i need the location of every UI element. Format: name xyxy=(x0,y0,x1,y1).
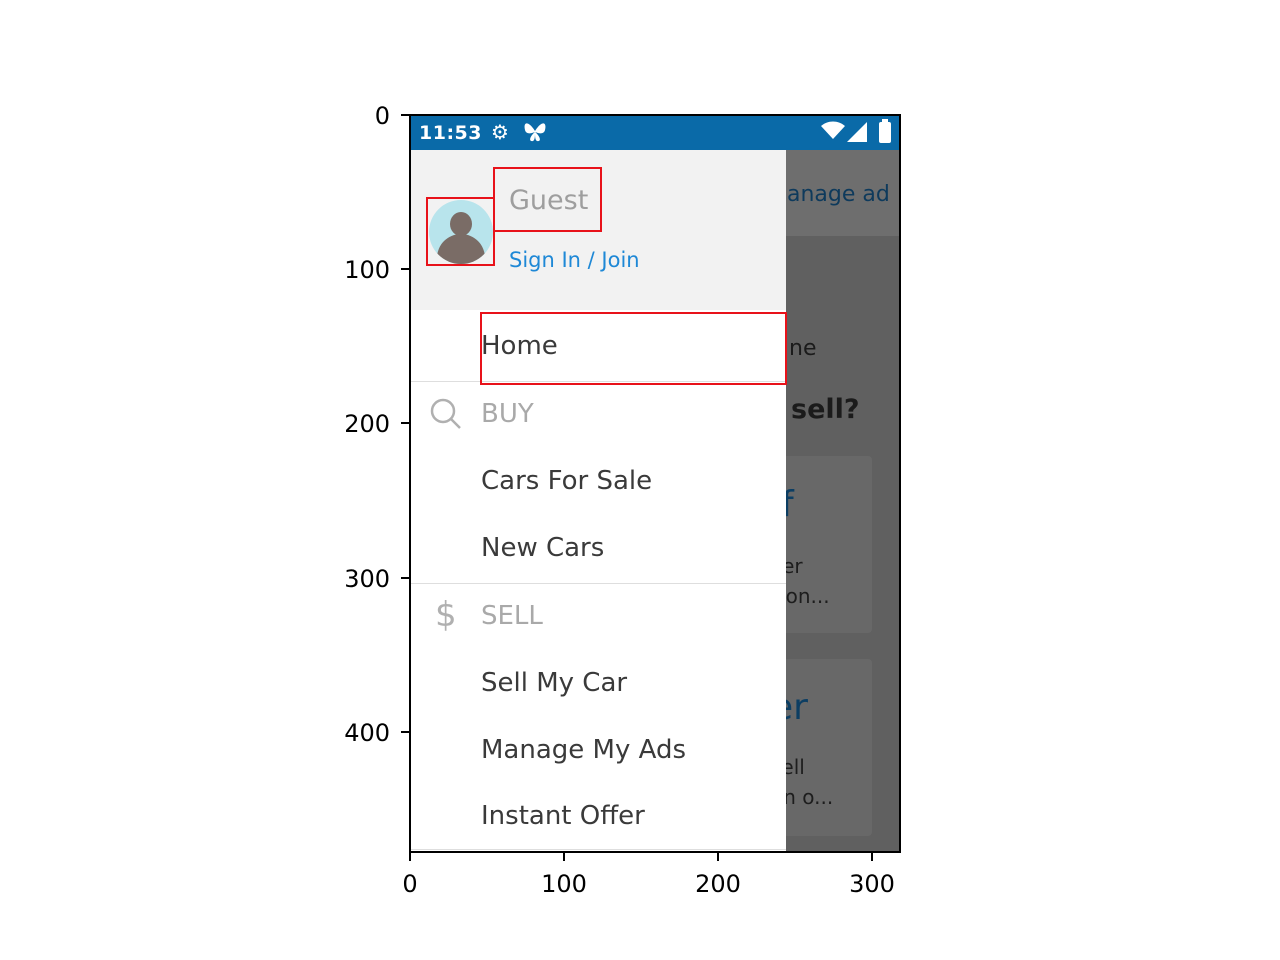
question-fragment: sell? xyxy=(791,394,860,425)
dollar-icon: $ xyxy=(435,595,457,635)
menu-item-label: Cars For Sale xyxy=(481,466,653,496)
menu-item-label: Manage My Ads xyxy=(481,735,687,765)
y-tick-label: 0 xyxy=(374,102,390,130)
annotation-box-home xyxy=(480,312,787,385)
divider xyxy=(411,583,786,584)
y-tick-0 xyxy=(401,114,409,116)
y-tick-label: 300 xyxy=(344,565,390,593)
y-tick-label: 200 xyxy=(344,410,390,438)
divider xyxy=(411,849,786,850)
menu-item-new-cars[interactable]: New Cars xyxy=(411,517,786,583)
menu-item-label: Sell My Car xyxy=(481,668,628,698)
section-header-sell: $ SELL xyxy=(411,585,786,651)
menu-item-sell-my-car[interactable]: Sell My Car xyxy=(411,652,786,718)
wifi-icon xyxy=(821,121,845,146)
x-tick-label: 300 xyxy=(849,870,895,898)
y-tick-label: 400 xyxy=(344,719,390,747)
annotation-box-avatar xyxy=(426,197,495,266)
y-tick-label: 100 xyxy=(344,256,390,284)
section-label: SELL xyxy=(481,601,543,631)
manage-ad-fragment: anage ad xyxy=(787,182,890,207)
menu-item-cars-for-sale[interactable]: Cars For Sale xyxy=(411,450,786,516)
annotation-box-user-name xyxy=(493,167,602,232)
y-tick-300 xyxy=(401,577,409,579)
x-tick-300 xyxy=(871,853,873,861)
x-tick-100 xyxy=(563,853,565,861)
butterfly-icon xyxy=(522,118,548,149)
section-label: BUY xyxy=(481,399,534,429)
x-tick-label: 200 xyxy=(695,870,741,898)
battery-icon xyxy=(879,119,891,148)
sign-in-link[interactable]: Sign In / Join xyxy=(509,248,640,272)
signal-icon xyxy=(847,122,867,147)
x-tick-label: 0 xyxy=(402,870,418,898)
y-tick-400 xyxy=(401,731,409,733)
search-icon xyxy=(429,397,463,439)
status-time: 11:53 xyxy=(419,122,482,144)
menu-item-label: New Cars xyxy=(481,533,605,563)
y-tick-200 xyxy=(401,422,409,424)
x-tick-0 xyxy=(409,853,411,861)
menu-item-instant-offer[interactable]: Instant Offer xyxy=(411,785,786,851)
home-fragment: ne xyxy=(789,336,817,361)
x-tick-200 xyxy=(717,853,719,861)
menu-item-label: Instant Offer xyxy=(481,801,645,831)
gear-icon: ⚙ xyxy=(491,120,509,144)
x-tick-label: 100 xyxy=(541,870,587,898)
y-tick-100 xyxy=(401,268,409,270)
menu-item-manage-my-ads[interactable]: Manage My Ads xyxy=(411,719,786,785)
status-bar: 11:53 ⚙ xyxy=(411,116,899,150)
section-header-buy: BUY xyxy=(411,383,786,449)
